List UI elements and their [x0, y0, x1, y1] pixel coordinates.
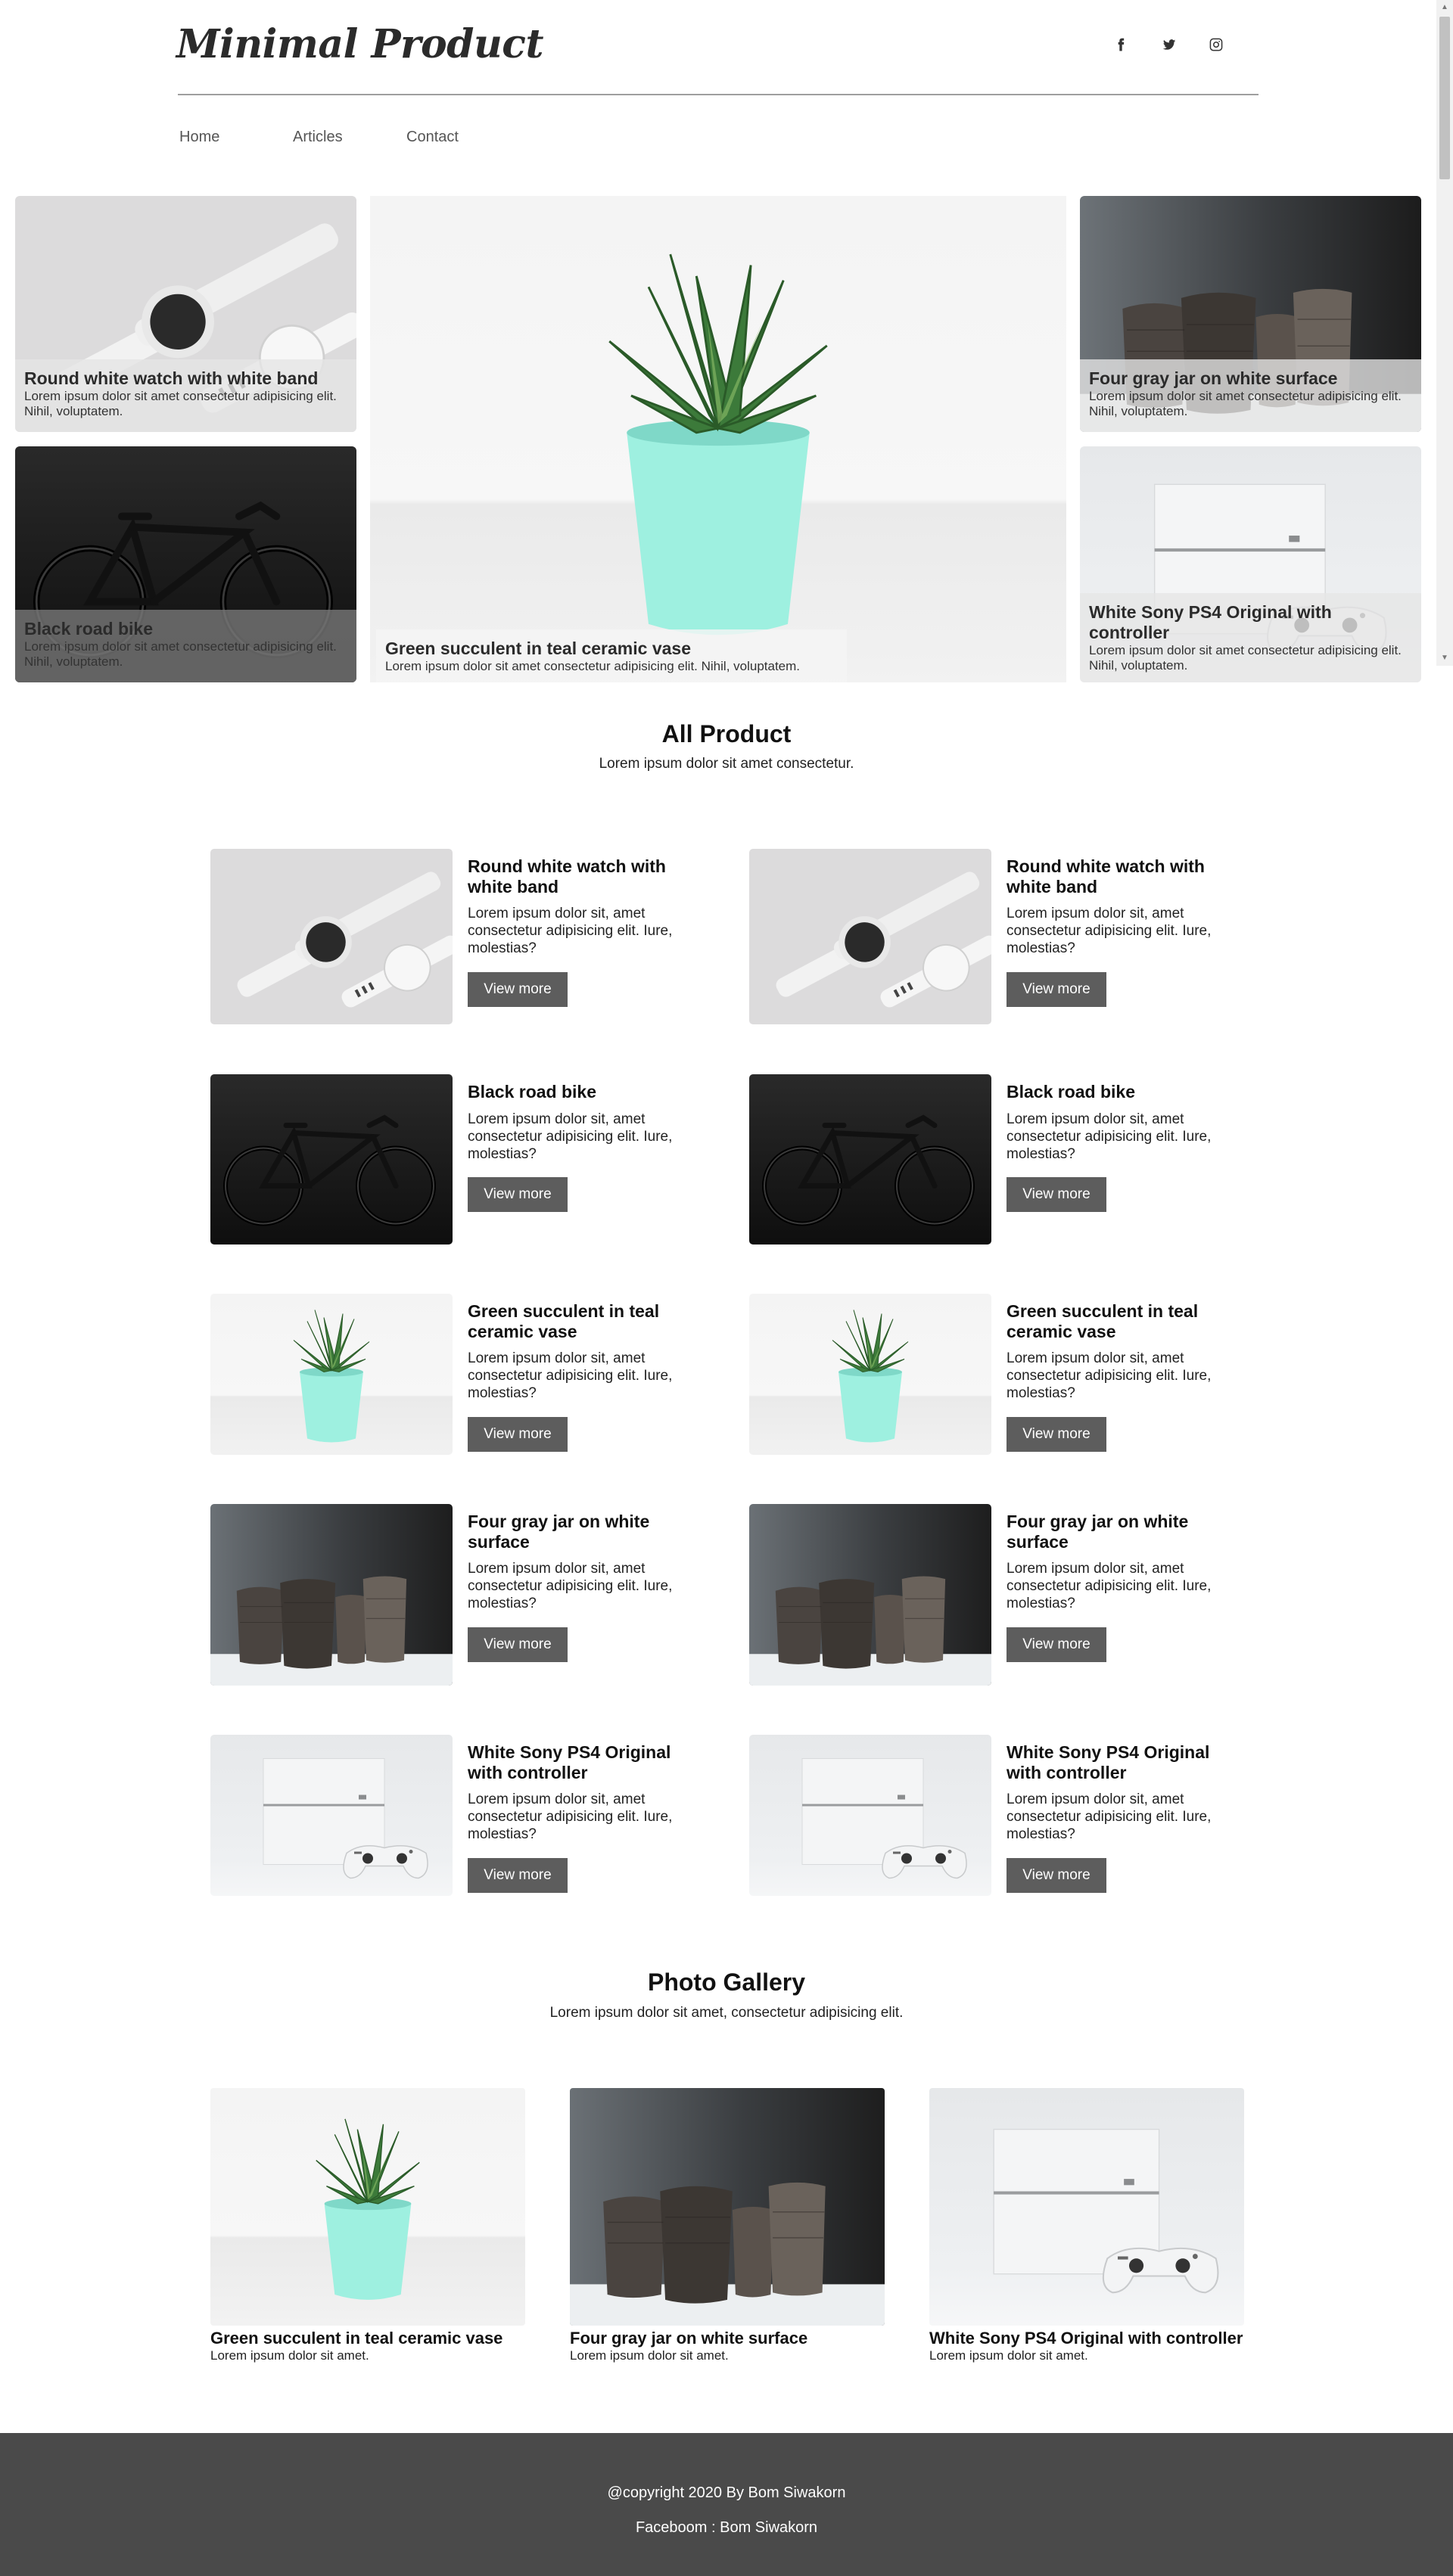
product-text: Lorem ipsum dolor sit, amet consectetur … — [468, 1111, 673, 1162]
gallery-image[interactable] — [570, 2088, 885, 2326]
product-image[interactable] — [749, 1074, 991, 1244]
gallery-item-title: White Sony PS4 Original with controller — [929, 2329, 1243, 2348]
gallery-item-text: Lorem ipsum dolor sit amet. — [210, 2348, 369, 2363]
facebook-link[interactable] — [1109, 33, 1132, 56]
nav-articles[interactable]: Articles — [293, 129, 343, 146]
hero-caption: Green succulent in teal ceramic vase Lor… — [376, 629, 847, 682]
product-title: Green succulent in teal ceramic vase — [1007, 1301, 1199, 1341]
gallery-item-text: Lorem ipsum dolor sit amet. — [929, 2348, 1088, 2363]
view-more-button[interactable]: View more — [1007, 1627, 1106, 1662]
gallery-item-text: Lorem ipsum dolor sit amet. — [570, 2348, 729, 2363]
nav-home[interactable]: Home — [179, 129, 219, 146]
hero-card-title: Green succulent in teal ceramic vase — [385, 639, 691, 658]
hero-card-watch[interactable]: Round white watch with white band Lorem … — [15, 196, 356, 432]
footer-copyright: @copyright 2020 By Bom Siwakorn — [607, 2484, 846, 2501]
product-text: Lorem ipsum dolor sit, amet consectetur … — [468, 1791, 673, 1842]
instagram-icon — [1209, 38, 1223, 51]
page-scrollbar[interactable]: ▲ ▼ — [1436, 0, 1453, 666]
hero-card-title: White Sony PS4 Original with controller — [1089, 602, 1332, 642]
scroll-down-arrow[interactable]: ▼ — [1436, 651, 1453, 666]
product-text: Lorem ipsum dolor sit, amet consectetur … — [1007, 906, 1212, 956]
hero-caption: Four gray jar on white surface Lorem ips… — [1080, 359, 1421, 432]
gallery-image[interactable] — [210, 2088, 525, 2326]
gallery-item-title: Green succulent in teal ceramic vase — [210, 2329, 503, 2348]
hero-card-text: Lorem ipsum dolor sit amet consectetur a… — [385, 659, 801, 673]
view-more-button[interactable]: View more — [468, 1177, 568, 1212]
footer: @copyright 2020 By Bom Siwakorn Faceboom… — [0, 2433, 1453, 2576]
product-text: Lorem ipsum dolor sit, amet consectetur … — [1007, 1111, 1212, 1162]
hero-card-ps4[interactable]: White Sony PS4 Original with controller … — [1080, 446, 1421, 682]
instagram-link[interactable] — [1205, 33, 1227, 56]
facebook-icon — [1118, 38, 1125, 51]
all-product-title: All Product — [661, 720, 792, 747]
hero-card-title: Black road bike — [24, 619, 154, 639]
hero-card-text: Lorem ipsum dolor sit amet consectetur a… — [24, 389, 337, 418]
product-image[interactable] — [210, 1735, 453, 1896]
product-text: Lorem ipsum dolor sit, amet consectetur … — [1007, 1791, 1212, 1842]
gallery-item-title: Four gray jar on white surface — [570, 2329, 808, 2348]
product-image[interactable] — [749, 1735, 991, 1896]
hero-card-title: Four gray jar on white surface — [1089, 368, 1338, 388]
hero-card-text: Lorem ipsum dolor sit amet consectetur a… — [1089, 389, 1402, 418]
hero-card-bike[interactable]: Black road bike Lorem ipsum dolor sit am… — [15, 446, 356, 682]
gallery-subtitle: Lorem ipsum dolor sit amet, consectetur … — [549, 2005, 904, 2021]
product-image[interactable] — [210, 1294, 453, 1455]
hero-caption: Black road bike Lorem ipsum dolor sit am… — [15, 610, 356, 682]
view-more-button[interactable]: View more — [468, 1627, 568, 1662]
hero-card-title: Round white watch with white band — [24, 368, 319, 388]
gallery-item: Four gray jar on white surface Lorem ips… — [570, 2088, 885, 2363]
product-image[interactable] — [210, 849, 453, 1024]
product-image[interactable] — [749, 849, 991, 1024]
product-title: Round white watch with white band — [1007, 856, 1205, 896]
product-text: Lorem ipsum dolor sit, amet consectetur … — [468, 906, 673, 956]
scroll-thumb[interactable] — [1439, 17, 1450, 179]
product-title: Green succulent in teal ceramic vase — [468, 1301, 660, 1341]
product-image[interactable] — [749, 1294, 991, 1455]
product-text: Lorem ipsum dolor sit, amet consectetur … — [468, 1561, 673, 1611]
product-title: Four gray jar on white surface — [468, 1512, 650, 1552]
product-title: Four gray jar on white surface — [1007, 1512, 1189, 1552]
view-more-button[interactable]: View more — [468, 1858, 568, 1893]
product-title: White Sony PS4 Original with controller — [1007, 1742, 1210, 1782]
gallery-item: White Sony PS4 Original with controller … — [929, 2088, 1244, 2363]
header-divider — [178, 94, 1259, 95]
hero-card-text: Lorem ipsum dolor sit amet consectetur a… — [24, 639, 337, 669]
succulent-image — [370, 196, 1066, 682]
product-title: Black road bike — [1007, 1082, 1136, 1102]
product-text: Lorem ipsum dolor sit, amet consectetur … — [1007, 1561, 1212, 1611]
all-product-subtitle: Lorem ipsum dolor sit amet consectetur. — [599, 756, 854, 772]
gallery-image[interactable] — [929, 2088, 1244, 2326]
twitter-icon — [1162, 39, 1176, 50]
view-more-button[interactable]: View more — [468, 972, 568, 1007]
view-more-button[interactable]: View more — [1007, 1417, 1106, 1452]
product-image[interactable] — [210, 1504, 453, 1686]
gallery-title: Photo Gallery — [647, 1969, 806, 1996]
product-text: Lorem ipsum dolor sit, amet consectetur … — [1007, 1350, 1212, 1401]
view-more-button[interactable]: View more — [468, 1417, 568, 1452]
scroll-up-arrow[interactable]: ▲ — [1436, 0, 1453, 15]
product-image[interactable] — [210, 1074, 453, 1244]
hero-caption: Round white watch with white band Lorem … — [15, 359, 356, 432]
hero-card-jars[interactable]: Four gray jar on white surface Lorem ips… — [1080, 196, 1421, 432]
product-title: White Sony PS4 Original with controller — [468, 1742, 671, 1782]
product-title: Round white watch with white band — [468, 856, 666, 896]
hero-card-text: Lorem ipsum dolor sit amet consectetur a… — [1089, 643, 1402, 673]
gallery-item: Green succulent in teal ceramic vase Lor… — [210, 2088, 525, 2363]
product-image[interactable] — [749, 1504, 991, 1686]
site-logo[interactable]: Minimal Product — [176, 21, 543, 67]
hero-card-succulent[interactable]: Green succulent in teal ceramic vase Lor… — [370, 196, 1066, 682]
view-more-button[interactable]: View more — [1007, 1858, 1106, 1893]
view-more-button[interactable]: View more — [1007, 1177, 1106, 1212]
footer-facebook[interactable]: Faceboom : Bom Siwakorn — [0, 2519, 1453, 2537]
view-more-button[interactable]: View more — [1007, 972, 1106, 1007]
product-title: Black road bike — [468, 1082, 597, 1102]
product-text: Lorem ipsum dolor sit, amet consectetur … — [468, 1350, 673, 1401]
twitter-link[interactable] — [1158, 33, 1181, 56]
hero-caption: White Sony PS4 Original with controller … — [1080, 593, 1421, 682]
nav-contact[interactable]: Contact — [406, 129, 459, 146]
